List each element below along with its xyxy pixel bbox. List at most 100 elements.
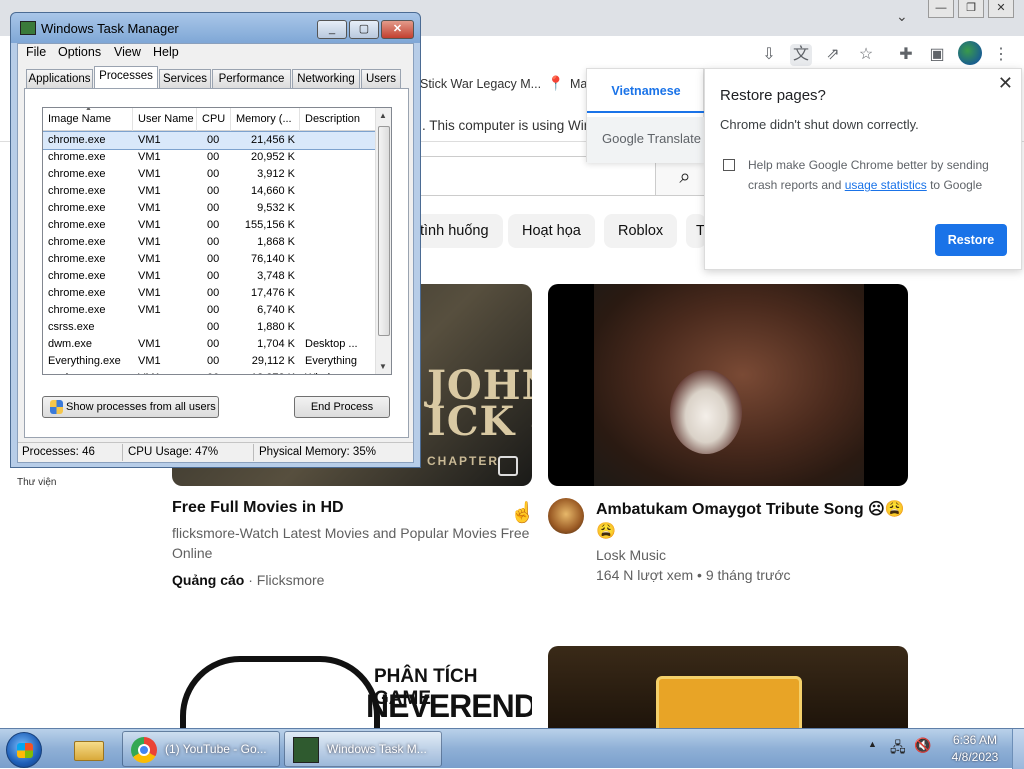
show-desktop-button[interactable] bbox=[1012, 729, 1024, 769]
cell-memory: 6,740 K bbox=[257, 304, 295, 316]
restore-icon[interactable]: ❐ bbox=[958, 0, 984, 18]
column-user-name[interactable]: User Name bbox=[133, 108, 197, 131]
restore-button[interactable]: Restore bbox=[935, 224, 1007, 256]
minimize-icon[interactable]: — bbox=[928, 0, 954, 18]
table-row[interactable]: chrome.exe VM1 00 20,952 K bbox=[43, 149, 376, 166]
end-process-button[interactable]: End Process bbox=[294, 396, 390, 418]
info-bar-text: . This computer is using Wind bbox=[422, 118, 599, 133]
show-all-processes-button[interactable]: Show processes from all users bbox=[42, 396, 219, 418]
chrome-window-controls: — ❐ ✕ bbox=[924, 0, 1014, 18]
video-thumbnail[interactable] bbox=[548, 284, 908, 486]
video-title[interactable]: Ambatukam Omaygot Tribute Song ☹😩 bbox=[596, 499, 905, 519]
side-panel-icon[interactable]: ▣ bbox=[926, 44, 948, 66]
translate-language-tab[interactable]: Vietnamese bbox=[587, 69, 705, 113]
maximize-button[interactable]: ▢ bbox=[349, 20, 379, 39]
list-header: Image Name ▲ User Name CPU Memory (... D… bbox=[43, 108, 376, 131]
cell-cpu: 00 bbox=[207, 202, 220, 214]
video-thumbnail[interactable] bbox=[548, 646, 908, 728]
bookmark-star-icon[interactable]: ☆ bbox=[855, 44, 877, 66]
table-row[interactable]: csrss.exe 00 1,880 K bbox=[43, 319, 376, 336]
status-cpu: CPU Usage: 47% bbox=[128, 446, 219, 458]
menu-view[interactable]: View bbox=[114, 45, 141, 59]
column-memory[interactable]: Memory (... bbox=[231, 108, 300, 131]
usage-statistics-link[interactable]: usage statistics bbox=[845, 178, 927, 192]
extensions-icon[interactable]: ✚ bbox=[895, 44, 917, 66]
tab-performance[interactable]: Performance bbox=[212, 69, 291, 88]
tab-processes[interactable]: Processes bbox=[94, 66, 158, 89]
cell-name: chrome.exe bbox=[48, 168, 106, 180]
volume-muted-icon[interactable]: 🔇 bbox=[914, 737, 931, 754]
chip[interactable]: Hoạt họa bbox=[508, 214, 595, 248]
table-row[interactable]: explorer.exe VM1 00 12,372 K Windows ... bbox=[43, 370, 376, 374]
tab-search-chevron-icon[interactable]: ⌄ bbox=[896, 8, 908, 25]
bookmark-item[interactable]: Stick War Legacy M... bbox=[420, 77, 541, 91]
vertical-scrollbar[interactable]: ▲ ▼ bbox=[375, 108, 391, 374]
process-list[interactable]: Image Name ▲ User Name CPU Memory (... D… bbox=[42, 107, 392, 375]
processes-panel: Image Name ▲ User Name CPU Memory (... D… bbox=[24, 88, 409, 438]
menu-help[interactable]: Help bbox=[153, 45, 179, 59]
open-external-icon[interactable] bbox=[498, 456, 518, 476]
windows-logo-icon bbox=[17, 743, 33, 758]
table-row[interactable]: dwm.exe VM1 00 1,704 K Desktop ... bbox=[43, 336, 376, 353]
tab-applications[interactable]: Applications bbox=[26, 69, 93, 88]
tab-users[interactable]: Users bbox=[361, 69, 401, 88]
menu-file[interactable]: File bbox=[26, 45, 46, 59]
cell-cpu: 00 bbox=[207, 287, 220, 299]
menu-options[interactable]: Options bbox=[58, 45, 101, 59]
file-explorer-icon[interactable] bbox=[72, 735, 106, 763]
crash-report-checkbox[interactable] bbox=[723, 159, 735, 171]
kebab-menu-icon[interactable]: ⋮ bbox=[990, 44, 1012, 66]
table-row[interactable]: chrome.exe VM1 00 6,740 K bbox=[43, 302, 376, 319]
chip[interactable]: Roblox bbox=[604, 214, 678, 248]
cell-user: VM1 bbox=[138, 287, 161, 299]
column-description[interactable]: Description bbox=[300, 108, 376, 131]
table-row[interactable]: chrome.exe VM1 00 1,868 K bbox=[43, 234, 376, 251]
table-row[interactable]: chrome.exe VM1 00 21,456 K bbox=[43, 131, 377, 150]
table-row[interactable]: chrome.exe VM1 00 14,660 K bbox=[43, 183, 376, 200]
table-row[interactable]: chrome.exe VM1 00 155,156 K bbox=[43, 217, 376, 234]
start-button[interactable] bbox=[6, 732, 42, 768]
share-icon[interactable]: ⇗ bbox=[822, 44, 844, 66]
cell-description: Everything bbox=[305, 355, 357, 367]
video-title[interactable]: Free Full Movies in HD bbox=[172, 499, 344, 517]
cell-user: VM1 bbox=[138, 151, 161, 163]
video-thumbnail[interactable]: PHÂN TÍCH GAME NEVERENDING bbox=[172, 646, 532, 728]
close-button[interactable]: ✕ bbox=[381, 20, 414, 39]
table-row[interactable]: chrome.exe VM1 00 9,532 K bbox=[43, 200, 376, 217]
video-channel[interactable]: Losk Music bbox=[596, 545, 666, 565]
chip[interactable]: T bbox=[686, 214, 706, 248]
cell-name: chrome.exe bbox=[48, 304, 106, 316]
taskbar-item-task-manager[interactable]: Windows Task M... bbox=[284, 731, 442, 767]
checkbox-label: Help make Google Chrome better by sendin… bbox=[748, 158, 989, 192]
cell-memory: 9,532 K bbox=[257, 202, 295, 214]
clock[interactable]: 6:36 AM 4/8/2023 bbox=[940, 732, 1010, 766]
network-icon[interactable]: 🖧 bbox=[890, 737, 906, 761]
close-icon[interactable]: ✕ bbox=[998, 73, 1013, 94]
table-row[interactable]: chrome.exe VM1 00 76,140 K bbox=[43, 251, 376, 268]
minimize-button[interactable]: _ bbox=[317, 20, 347, 39]
video-title-emoji: 😩 bbox=[596, 523, 616, 540]
channel-avatar[interactable] bbox=[548, 498, 584, 534]
table-row[interactable]: chrome.exe VM1 00 3,912 K bbox=[43, 166, 376, 183]
cell-memory: 17,476 K bbox=[250, 287, 295, 299]
taskbar-item-chrome[interactable]: (1) YouTube - Go... bbox=[122, 731, 280, 767]
task-manager-titlebar[interactable]: Windows Task Manager _ ▢ ✕ bbox=[11, 13, 420, 43]
thumbnail-text: NEVERENDING bbox=[366, 688, 532, 724]
scrollbar-thumb[interactable] bbox=[378, 126, 390, 336]
cell-name: explorer.exe bbox=[48, 372, 132, 374]
sidebar-library-label[interactable]: Thư viện bbox=[17, 477, 57, 488]
show-hidden-icons-icon[interactable]: ▲ bbox=[868, 739, 877, 749]
profile-avatar[interactable] bbox=[958, 41, 982, 65]
table-row[interactable]: chrome.exe VM1 00 3,748 K bbox=[43, 268, 376, 285]
close-icon[interactable]: ✕ bbox=[988, 0, 1014, 18]
tab-networking[interactable]: Networking bbox=[292, 69, 360, 88]
install-app-icon[interactable]: ⇩ bbox=[758, 44, 780, 66]
translate-icon[interactable]: 文 bbox=[790, 44, 812, 66]
scroll-up-icon[interactable]: ▲ bbox=[379, 111, 387, 120]
scroll-down-icon[interactable]: ▼ bbox=[379, 362, 387, 371]
column-cpu[interactable]: CPU bbox=[197, 108, 231, 131]
bookmark-item[interactable]: Ma bbox=[570, 77, 587, 91]
table-row[interactable]: Everything.exe VM1 00 29,112 K Everything bbox=[43, 353, 376, 370]
table-row[interactable]: chrome.exe VM1 00 17,476 K bbox=[43, 285, 376, 302]
tab-services[interactable]: Services bbox=[159, 69, 211, 88]
